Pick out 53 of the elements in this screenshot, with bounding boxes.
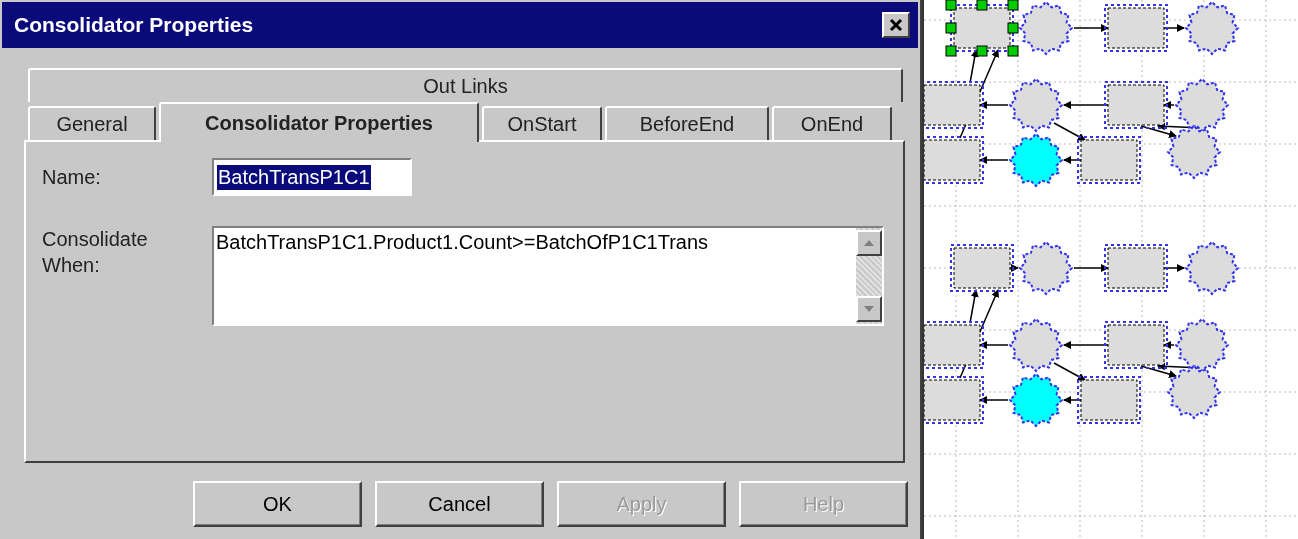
event-node[interactable] bbox=[1018, 0, 1074, 56]
process-node[interactable] bbox=[1104, 4, 1168, 52]
process-node[interactable] bbox=[924, 321, 984, 369]
process-node[interactable] bbox=[1104, 81, 1168, 129]
connector-arrow bbox=[1073, 264, 1109, 272]
process-node[interactable] bbox=[1077, 376, 1141, 424]
dialog-button[interactable]: OK bbox=[193, 481, 362, 527]
tab[interactable]: Consolidator Properties bbox=[159, 102, 479, 142]
connector-arrow bbox=[1063, 101, 1109, 109]
connector-arrow bbox=[1053, 362, 1086, 381]
dialog-button[interactable]: Cancel bbox=[375, 481, 544, 527]
connector-arrow bbox=[1063, 396, 1082, 404]
process-node[interactable] bbox=[1077, 136, 1141, 184]
field-label: Consolidate When: bbox=[42, 227, 149, 278]
event-node[interactable] bbox=[1008, 77, 1064, 133]
connector-arrow bbox=[1009, 264, 1019, 272]
event-node[interactable] bbox=[1018, 240, 1074, 296]
event-node[interactable] bbox=[1008, 317, 1064, 373]
process-node[interactable] bbox=[924, 376, 984, 424]
event-node[interactable] bbox=[1174, 317, 1230, 373]
event-node[interactable] bbox=[1166, 364, 1222, 420]
process-node[interactable] bbox=[945, 0, 1019, 57]
connector-arrow bbox=[1063, 156, 1082, 164]
connector-arrow bbox=[1073, 24, 1109, 32]
tab[interactable]: OnStart bbox=[482, 106, 602, 140]
window-title: Consolidator Properties bbox=[14, 13, 254, 37]
event-node[interactable] bbox=[1174, 77, 1230, 133]
event-node[interactable] bbox=[1184, 240, 1240, 296]
event-node[interactable] bbox=[1008, 372, 1064, 428]
event-node[interactable] bbox=[1008, 132, 1064, 188]
close-button[interactable] bbox=[882, 12, 910, 38]
field-label: Name: bbox=[42, 165, 102, 190]
connector-arrow bbox=[1163, 101, 1175, 109]
connector-arrow bbox=[979, 156, 1009, 164]
connector-arrow bbox=[979, 396, 1009, 404]
process-node[interactable] bbox=[1104, 244, 1168, 292]
connector-arrow bbox=[1163, 24, 1185, 32]
close-icon bbox=[889, 18, 903, 32]
tab[interactable]: General bbox=[28, 106, 156, 140]
event-node[interactable] bbox=[1166, 124, 1222, 180]
process-node[interactable] bbox=[950, 244, 1014, 292]
process-node[interactable] bbox=[924, 81, 984, 129]
event-node[interactable] bbox=[1184, 0, 1240, 56]
tab[interactable]: OnEnd bbox=[772, 106, 892, 140]
tab[interactable]: BeforeEnd bbox=[605, 106, 769, 140]
process-node[interactable] bbox=[1104, 321, 1168, 369]
process-node[interactable] bbox=[924, 136, 984, 184]
connector-arrow bbox=[1163, 341, 1175, 349]
connector-arrow bbox=[1063, 341, 1109, 349]
connector-arrow bbox=[1163, 264, 1185, 272]
connector-arrow bbox=[1053, 122, 1086, 141]
name-field[interactable]: BatchTransP1C1 bbox=[212, 158, 412, 196]
tab[interactable]: Out Links bbox=[28, 68, 903, 102]
